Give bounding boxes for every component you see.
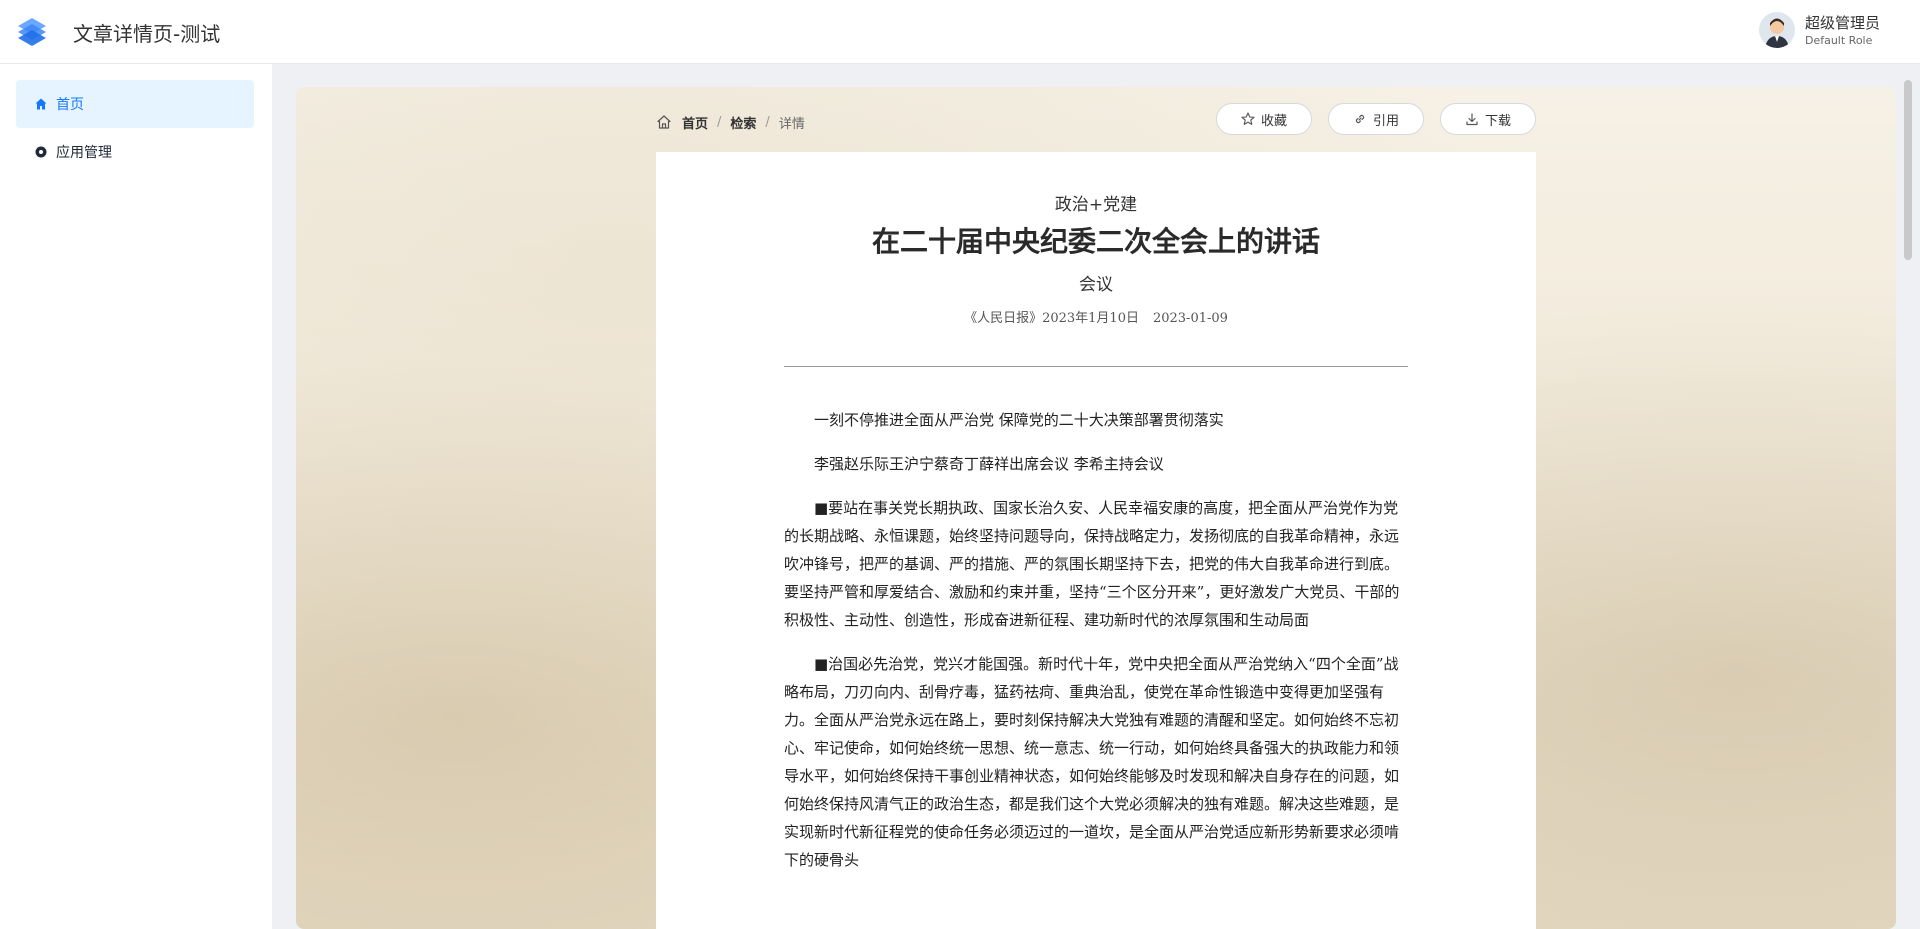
download-button[interactable]: 下载 <box>1440 103 1536 135</box>
article-paragraph: ■治国必先治党，党兴才能国强。新时代十年，党中央把全面从严治党纳入“四个全面”战… <box>784 655 1400 869</box>
breadcrumb-current: 详情 <box>778 116 805 132</box>
breadcrumb-home-icon[interactable] <box>656 114 672 130</box>
article-date: 2023-01-09 <box>1152 311 1228 326</box>
cite-label: 引用 <box>1372 113 1399 129</box>
article-card: 政治+党建 在二十届中央纪委二次全会上的讲话 会议 《人民日报》2023年1月1… <box>656 152 1536 929</box>
article-category: 政治+党建 <box>1054 195 1138 215</box>
avatar[interactable] <box>1758 12 1795 48</box>
article-source: 《人民日报》2023年1月10日 <box>964 311 1139 326</box>
link-icon <box>1355 114 1365 124</box>
article-paragraph: 李强赵乐际王沪宁蔡奇丁薛祥出席会议 李希主持会议 <box>814 455 1164 473</box>
home-icon <box>35 98 47 110</box>
article-subtitle: 会议 <box>1079 275 1113 295</box>
breadcrumb: 首页 / 检索 / 详情 <box>656 112 805 132</box>
collect-label: 收藏 <box>1260 113 1287 129</box>
user-menu[interactable]: 超级管理员 Default Role <box>1758 12 1880 48</box>
article-body: 一刻不停推进全面从严治党 保障党的二十大决策部署贯彻落实 李强赵乐际王沪宁蔡奇丁… <box>784 406 1408 890</box>
user-avatar-icon <box>1758 12 1795 48</box>
sidebar-item-home[interactable]: 首页 <box>16 80 254 128</box>
sidebar: 首页 应用管理 <box>0 64 272 929</box>
star-icon <box>1241 112 1255 125</box>
article-meta: 《人民日报》2023年1月10日 2023-01-09 <box>656 307 1536 326</box>
download-icon <box>1466 113 1478 126</box>
breadcrumb-separator: / <box>765 114 770 130</box>
breadcrumb-separator: / <box>717 114 722 130</box>
breadcrumb-search[interactable]: 检索 <box>730 113 756 132</box>
app-icon <box>35 146 47 158</box>
cite-button[interactable]: 引用 <box>1328 103 1424 135</box>
app-title: 文章详情页-测试 <box>73 22 221 46</box>
user-name: 超级管理员 <box>1804 13 1880 32</box>
article-paragraph: ■要站在事关党长期执政、国家长治久安、人民幸福安康的高度，把全面从严治党作为党的… <box>784 499 1400 629</box>
article-title: 在二十届中央纪委二次全会上的讲话 <box>871 225 1320 258</box>
sidebar-item-label: 首页 <box>56 97 84 113</box>
collect-button[interactable]: 收藏 <box>1216 103 1312 135</box>
article-paragraph: 一刻不停推进全面从严治党 保障党的二十大决策部署贯彻落实 <box>814 411 1224 429</box>
sidebar-item-label: 应用管理 <box>56 145 112 161</box>
sidebar-item-app-management[interactable]: 应用管理 <box>16 128 254 176</box>
download-label: 下载 <box>1484 113 1511 129</box>
app-logo-icon[interactable] <box>14 14 50 50</box>
scrollbar[interactable] <box>1904 80 1912 260</box>
top-header: 文章详情页-测试 超级管理员 Default Role <box>0 0 1920 64</box>
divider <box>784 366 1408 367</box>
user-role: Default Role <box>1804 33 1873 47</box>
breadcrumb-home[interactable]: 首页 <box>682 113 708 132</box>
